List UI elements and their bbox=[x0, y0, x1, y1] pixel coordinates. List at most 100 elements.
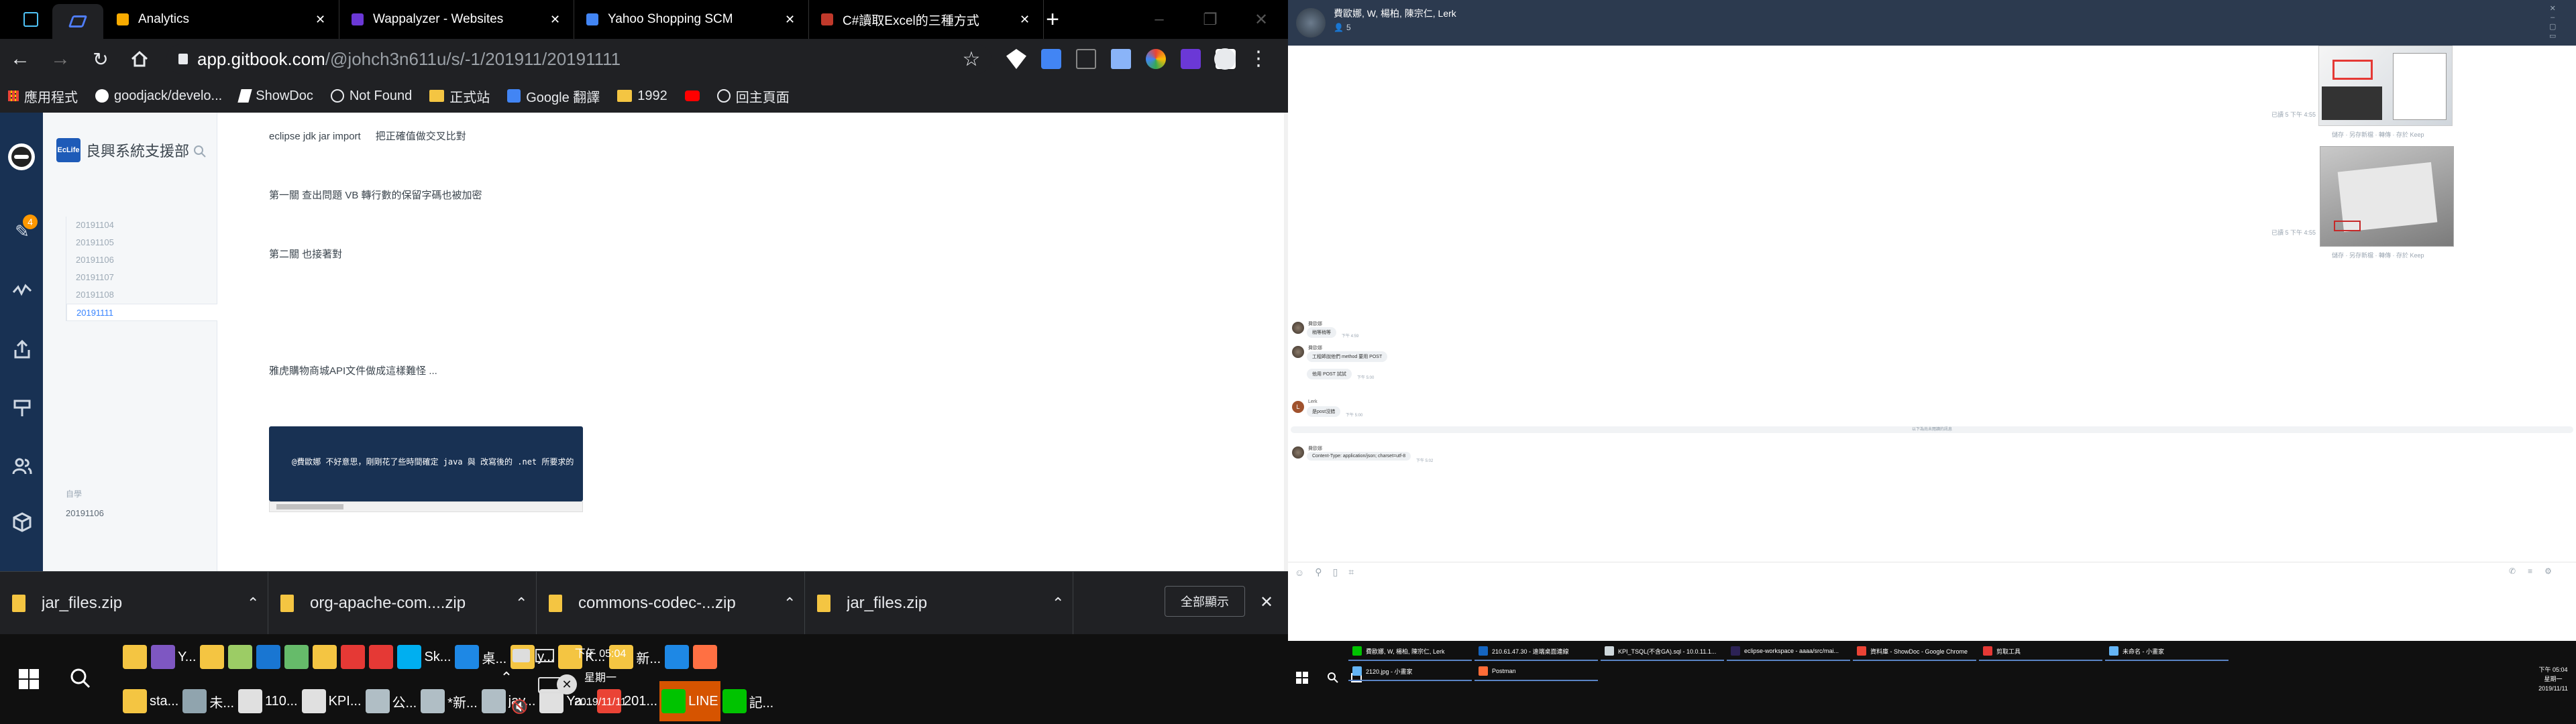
search-icon[interactable] bbox=[193, 145, 207, 158]
download-item[interactable]: jar_files.zip ⌃ bbox=[0, 571, 268, 635]
taskbar-button[interactable] bbox=[663, 637, 691, 677]
taskbar-button[interactable]: 公... bbox=[364, 681, 419, 721]
image-actions-2[interactable]: 儲存 · 另存新檔 · 轉傳 · 存於 Keep bbox=[2332, 251, 2424, 259]
maximize-button[interactable]: ❐ bbox=[1185, 10, 1236, 29]
code-scroll-thumb[interactable] bbox=[276, 504, 343, 509]
right-taskbar-button[interactable]: 未命名 - 小畫家 bbox=[2105, 642, 2229, 661]
usb-icon[interactable] bbox=[513, 649, 530, 662]
color-extension-icon[interactable] bbox=[1146, 49, 1166, 69]
right-taskbar-button[interactable]: 剪取工具 bbox=[1979, 642, 2102, 661]
settings-icon[interactable]: ⚙ bbox=[2544, 566, 2552, 576]
nav-item[interactable]: 20191111 bbox=[66, 304, 217, 321]
right-start-button[interactable] bbox=[1295, 670, 1309, 685]
chat-title[interactable]: 費歐娜, W, 楊柏, 陳宗仁, Lerk bbox=[1334, 7, 1456, 20]
taskbar-button[interactable]: Sk... bbox=[395, 637, 453, 677]
vpn-extension-icon[interactable] bbox=[1006, 49, 1026, 69]
reader-extension-icon[interactable] bbox=[1076, 49, 1096, 69]
taskbar-button[interactable] bbox=[367, 637, 395, 677]
right-taskbar-button[interactable]: Postman bbox=[1474, 662, 1598, 681]
translate-extension-icon[interactable] bbox=[1041, 49, 1061, 69]
screenshot-icon[interactable]: ⌗ bbox=[1348, 566, 1354, 578]
sent-image-photo[interactable] bbox=[2320, 146, 2454, 247]
right-taskbar-button[interactable]: 費歐娜, W, 楊柏, 陳宗仁, Lerk bbox=[1348, 642, 1472, 661]
taskbar-button[interactable]: sta... bbox=[121, 681, 180, 721]
tab-close-icon[interactable]: ✕ bbox=[315, 13, 325, 27]
line-min-button[interactable]: – bbox=[2551, 13, 2555, 21]
taskbar-button[interactable]: 110... bbox=[236, 681, 300, 721]
sender-avatar[interactable] bbox=[1292, 346, 1304, 358]
right-taskbar-button[interactable]: KPI_TSQL(不含GA).sql - 10.0.11.1... bbox=[1601, 642, 1724, 661]
right-clock[interactable]: 下午 05:04 星期一 2019/11/11 bbox=[2534, 665, 2572, 693]
volume-icon[interactable]: 🔇 bbox=[511, 699, 528, 715]
bookmark-item[interactable]: 1992 bbox=[617, 88, 667, 104]
bookmark-star-icon[interactable]: ☆ bbox=[961, 48, 982, 70]
chevron-up-icon[interactable]: ⌃ bbox=[247, 595, 259, 612]
line-close-button[interactable]: ✕ bbox=[2550, 4, 2556, 13]
browser-tab[interactable]: Wappalyzer - Websites ✕ bbox=[339, 0, 574, 39]
taskbar-button[interactable]: 未... bbox=[180, 681, 236, 721]
sent-image-1[interactable] bbox=[2318, 46, 2453, 126]
users-icon[interactable] bbox=[12, 456, 32, 476]
emoji-icon[interactable]: ☺ bbox=[1295, 567, 1304, 578]
taskbar-button[interactable] bbox=[339, 637, 367, 677]
bookmark-item[interactable]: goodjack/develo... bbox=[95, 88, 222, 104]
keep-icon[interactable]: ▯ bbox=[1333, 566, 1338, 578]
browser-tab[interactable]: Yahoo Shopping SCM ✕ bbox=[574, 0, 809, 39]
nav-item[interactable]: 20191104 bbox=[66, 217, 217, 234]
bookmark-item[interactable]: 正式站 bbox=[429, 86, 490, 106]
brush-icon[interactable] bbox=[12, 398, 32, 418]
code-scrollbar[interactable] bbox=[269, 501, 583, 512]
download-item[interactable]: jar_files.zip ⌃ bbox=[805, 571, 1073, 635]
cut-nav-item[interactable]: 20191106 bbox=[66, 508, 104, 518]
browser-tab[interactable]: C#讀取Excel的三種方式 ✕ bbox=[809, 0, 1044, 39]
right-taskbar-button[interactable]: 資料庫 - ShowDoc - Google Chrome bbox=[1853, 642, 1976, 661]
forward-button[interactable]: → bbox=[48, 47, 72, 71]
bookmark-item[interactable]: ShowDoc bbox=[237, 88, 313, 104]
sender-avatar[interactable] bbox=[1292, 322, 1304, 334]
right-search-icon[interactable] bbox=[1327, 672, 1339, 684]
download-item[interactable]: commons-codec-...zip ⌃ bbox=[537, 571, 805, 635]
taskbar-button[interactable] bbox=[311, 637, 339, 677]
taskbar-button[interactable]: KPI... bbox=[300, 681, 364, 721]
chevron-up-icon[interactable]: ⌃ bbox=[784, 595, 796, 612]
activity-icon[interactable] bbox=[12, 280, 32, 300]
show-all-button[interactable]: 全部顯示 bbox=[1165, 586, 1245, 617]
bookmark-item[interactable]: 回主頁面 bbox=[716, 86, 790, 106]
group-avatar[interactable] bbox=[1296, 8, 1326, 38]
bookmark-item[interactable]: 應用程式 bbox=[8, 86, 78, 106]
taskbar-button[interactable]: *新... bbox=[419, 681, 479, 721]
share-icon[interactable] bbox=[12, 339, 32, 359]
right-taskbar-button[interactable]: 210.61.47.30 - 遠端桌面連線 bbox=[1474, 642, 1598, 661]
start-button[interactable] bbox=[13, 664, 44, 695]
omnibox[interactable]: app.gitbook.com/@johch3n611u/s/-1/201911… bbox=[166, 44, 991, 74]
bookmark-item[interactable] bbox=[684, 90, 700, 101]
download-bar-close-icon[interactable]: ✕ bbox=[1257, 593, 1276, 611]
line-pin-button[interactable]: ▭ bbox=[2549, 32, 2556, 40]
space-title[interactable]: 良興系統支援部 bbox=[86, 139, 189, 161]
taskbar-button[interactable] bbox=[121, 637, 149, 677]
sender-avatar[interactable] bbox=[1292, 446, 1304, 459]
nav-item[interactable]: 20191105 bbox=[66, 234, 217, 251]
right-taskbar-button[interactable]: 2120.jpg - 小畫家 bbox=[1348, 662, 1472, 681]
message-bubble[interactable]: Content-Type: application/json; charset=… bbox=[1307, 452, 1411, 461]
tab-close-icon[interactable]: ✕ bbox=[785, 13, 795, 27]
tab-close-icon[interactable]: ✕ bbox=[550, 13, 560, 27]
wappalyzer-extension-icon[interactable] bbox=[1181, 49, 1201, 69]
chrome-menu-icon[interactable]: ⋮ bbox=[1248, 48, 1269, 70]
bookmark-item[interactable]: Google 翻譯 bbox=[507, 86, 600, 106]
menu-icon[interactable]: ≡ bbox=[2528, 566, 2532, 576]
home-button[interactable] bbox=[127, 47, 152, 71]
attach-icon[interactable]: ⚲ bbox=[1315, 566, 1322, 578]
call-icon[interactable]: ✆ bbox=[2509, 566, 2516, 576]
download-item[interactable]: org-apache-com....zip ⌃ bbox=[268, 571, 537, 635]
active-tab[interactable] bbox=[52, 4, 103, 39]
chevron-up-icon[interactable]: ⌃ bbox=[515, 595, 527, 612]
integrations-icon[interactable] bbox=[12, 512, 32, 532]
back-button[interactable]: ← bbox=[8, 47, 32, 71]
clock[interactable]: 下午 05:04 星期一 2019/11/11 bbox=[574, 642, 627, 715]
browser-tab[interactable]: Analytics ✕ bbox=[105, 0, 339, 39]
taskbar-button[interactable] bbox=[254, 637, 282, 677]
nav-item[interactable]: 20191107 bbox=[66, 269, 217, 286]
line-max-button[interactable]: ▢ bbox=[2549, 22, 2556, 31]
image-actions-1[interactable]: 儲存 · 另存新檔 · 轉傳 · 存於 Keep bbox=[2332, 130, 2424, 139]
